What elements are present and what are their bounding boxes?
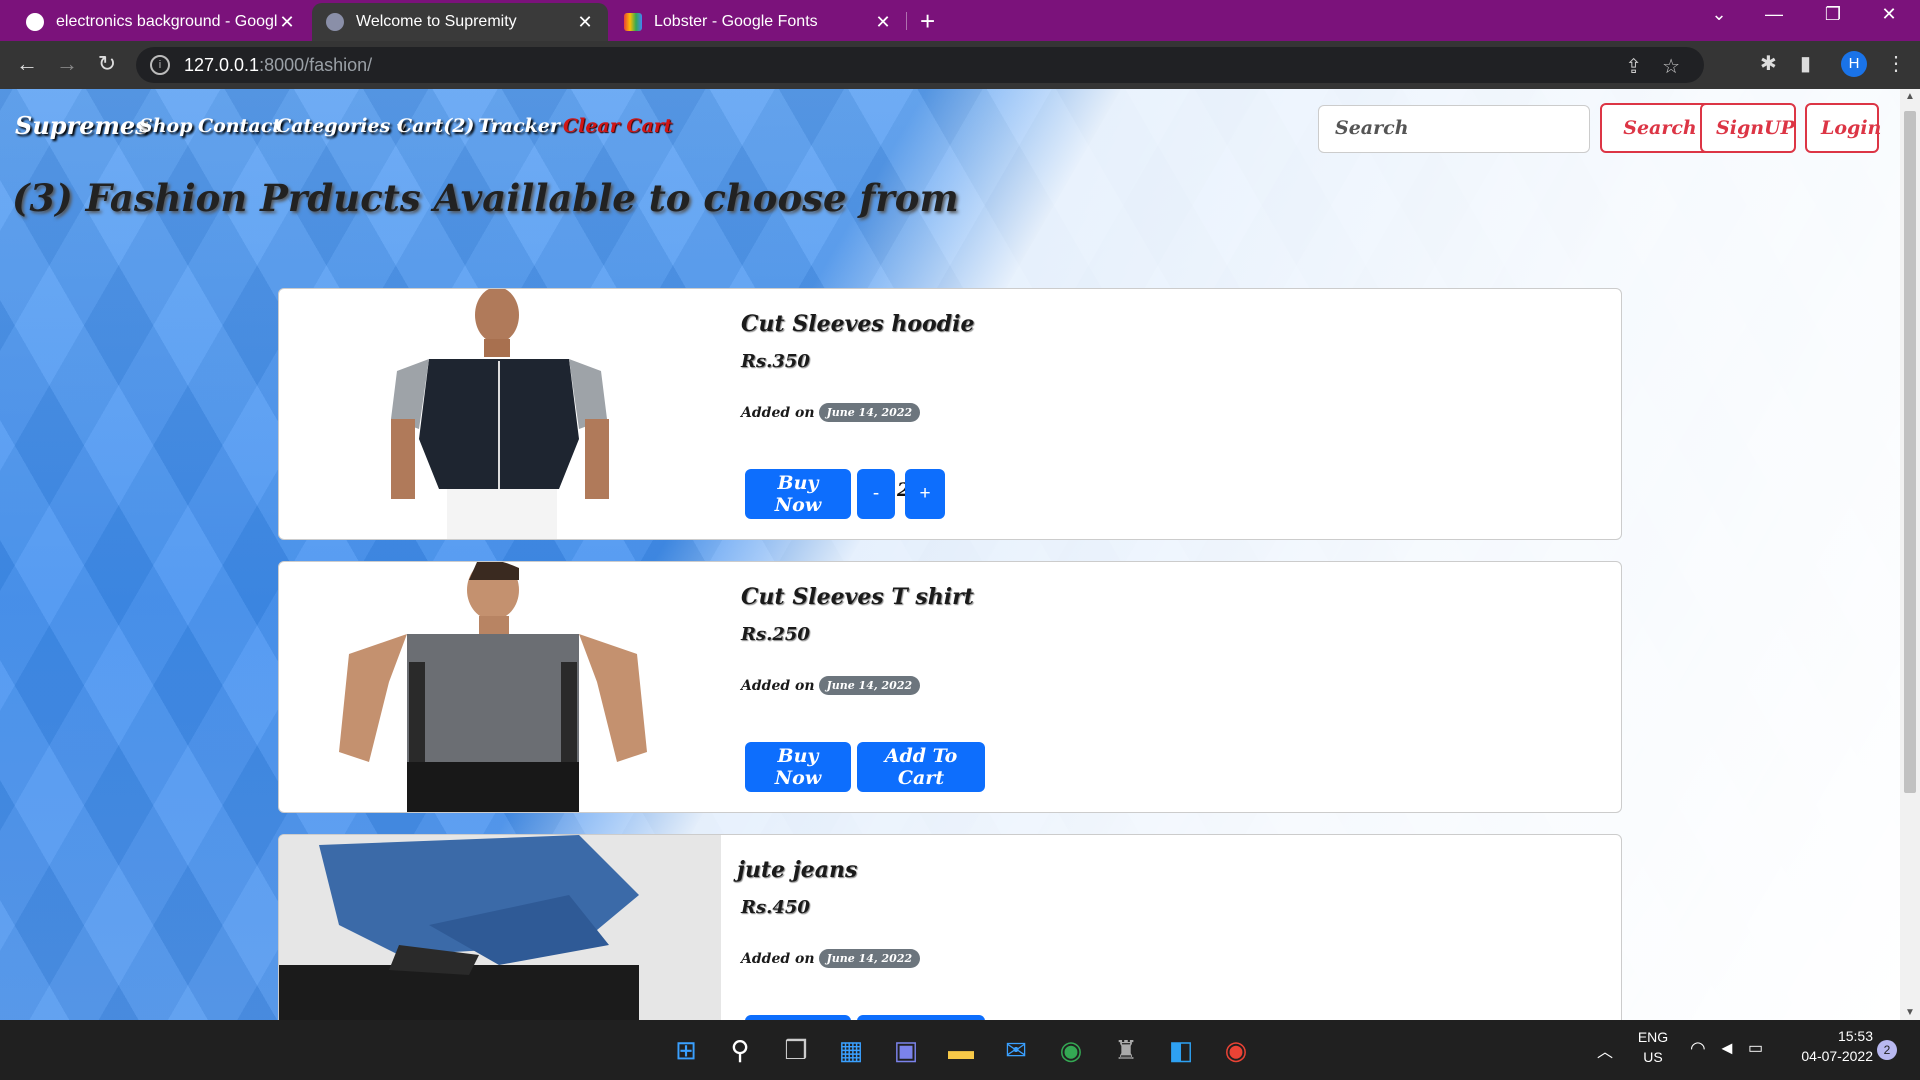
chrome-menu-icon[interactable]: ⋮ (1886, 51, 1906, 76)
product-card: Cut Sleeves T shirt Rs.250 Added on June… (278, 561, 1622, 813)
tab-search-chevron-icon[interactable]: ⌄ (1696, 4, 1742, 25)
django-site-icon (326, 13, 344, 31)
date-badge: June 14, 2022 (818, 949, 921, 968)
volume-icon[interactable]: ◄ (1718, 1038, 1736, 1059)
page-scrollbar[interactable]: ▲ ▼ (1900, 89, 1920, 1020)
product-card: jute jeans Rs.450 Added on June 14, 2022 (278, 834, 1622, 1020)
search-icon[interactable]: ⚲ (722, 1032, 758, 1068)
brand-logo[interactable]: Supremes (15, 111, 149, 140)
tab-lobster-google-fonts[interactable]: Lobster - Google Fonts ✕ (610, 3, 906, 41)
windows-taskbar: ⊞ ⚲ ❒ ▦ ▣ ▬ ✉ ◉ ♜ ◧ ◉ ︿ ENG US ◠ ◄ ▭ 15:… (0, 1020, 1920, 1080)
browser-toolbar: ← → ↻ i 127.0.0.1:8000/fashion/ ⇪ ☆ ✱ ▮ … (0, 41, 1920, 89)
file-explorer-icon[interactable]: ▬ (943, 1032, 979, 1068)
region-indicator[interactable]: US (1636, 1049, 1670, 1065)
scroll-thumb[interactable] (1904, 111, 1916, 793)
task-view-icon[interactable]: ❒ (778, 1032, 814, 1068)
nav-categories[interactable]: Categories ▼ (276, 115, 406, 137)
wifi-icon[interactable]: ◠ (1690, 1038, 1706, 1059)
new-tab-icon[interactable]: + (920, 6, 935, 37)
notification-badge[interactable]: 2 (1877, 1040, 1897, 1060)
close-tab-icon[interactable]: ✕ (576, 12, 594, 33)
product-price: Rs.350 (741, 351, 810, 372)
vscode-icon[interactable]: ◧ (1163, 1032, 1199, 1068)
url-host: 127.0.0.1 (184, 54, 260, 75)
profile-avatar[interactable]: H (1841, 51, 1867, 77)
buy-now-button[interactable]: Buy Now (745, 469, 851, 519)
google-fonts-icon (624, 13, 642, 31)
share-icon[interactable]: ⇪ (1625, 54, 1642, 79)
tab-title: Welcome to Supremity (356, 13, 517, 30)
quantity-plus-button[interactable]: + (905, 469, 945, 519)
minimize-icon[interactable]: — (1751, 4, 1797, 25)
tab-title: electronics background - Google (56, 13, 278, 30)
tab-title: Lobster - Google Fonts (654, 13, 818, 30)
product-name: Cut Sleeves T shirt (741, 584, 974, 610)
url-path: :8000/fashion/ (259, 54, 373, 75)
login-button[interactable]: Login (1805, 103, 1881, 153)
product-name: jute jeans (737, 857, 858, 883)
added-on-label: Added on (741, 404, 815, 421)
signup-button[interactable]: SignUP (1700, 103, 1796, 153)
tab-welcome-to-supremity[interactable]: Welcome to Supremity ✕ (312, 3, 608, 41)
forward-icon[interactable]: → (52, 51, 82, 77)
product-price: Rs.450 (741, 897, 810, 918)
back-icon[interactable]: ← (12, 51, 42, 77)
scroll-up-icon[interactable]: ▲ (1900, 91, 1920, 102)
product-name: Cut Sleeves hoodie (741, 311, 975, 337)
nav-categories-label: Categories (276, 115, 391, 137)
search-input[interactable] (1318, 105, 1590, 153)
buy-now-button[interactable]: Buy Now (745, 742, 851, 792)
site-info-icon[interactable]: i (150, 55, 170, 75)
product-image-tshirt (279, 562, 721, 812)
language-indicator[interactable]: ENG (1636, 1029, 1670, 1045)
tab-electronics-background[interactable]: electronics background - Google ✕ (12, 3, 310, 41)
date-badge: June 14, 2022 (818, 403, 921, 422)
reload-icon[interactable]: ↻ (92, 51, 122, 77)
product-added-on: Added on June 14, 2022 (741, 676, 921, 695)
product-added-on: Added on June 14, 2022 (741, 949, 921, 968)
bookmark-star-icon[interactable]: ☆ (1662, 54, 1680, 79)
chrome-icon[interactable]: ◉ (1053, 1032, 1089, 1068)
scroll-down-icon[interactable]: ▼ (1900, 1007, 1920, 1018)
clear-cart-link[interactable]: Clear Cart (563, 115, 673, 137)
clock-date[interactable]: 04-07-2022 (1783, 1048, 1873, 1064)
product-price: Rs.250 (741, 624, 810, 645)
quantity-minus-button[interactable]: - (857, 469, 895, 519)
nav-contact[interactable]: Contact (198, 115, 281, 137)
added-on-label: Added on (741, 677, 815, 694)
close-tab-icon[interactable]: ✕ (278, 12, 296, 33)
chrome-profile-icon[interactable]: ◉ (1218, 1032, 1254, 1068)
show-hidden-icons-icon[interactable]: ︿ (1597, 1038, 1613, 1062)
nav-shop[interactable]: Shop (139, 115, 193, 137)
browser-tab-strip: electronics background - Google ✕ Welcom… (0, 0, 1920, 41)
close-tab-icon[interactable]: ✕ (874, 12, 892, 33)
date-badge: June 14, 2022 (818, 676, 921, 695)
product-card: Cut Sleeves hoodie Rs.350 Added on June … (278, 288, 1622, 540)
address-bar[interactable]: i 127.0.0.1:8000/fashion/ ⇪ ☆ (136, 47, 1704, 83)
game-app-icon[interactable]: ♜ (1108, 1032, 1144, 1068)
tab-separator (906, 12, 907, 30)
extensions-icon[interactable]: ✱ (1760, 51, 1777, 76)
added-on-label: Added on (741, 950, 815, 967)
windows-start-icon[interactable]: ⊞ (668, 1032, 704, 1068)
widgets-icon[interactable]: ▦ (833, 1032, 869, 1068)
restore-icon[interactable]: ❐ (1810, 4, 1856, 25)
close-window-icon[interactable]: ✕ (1866, 4, 1912, 25)
clock-time[interactable]: 15:53 (1783, 1028, 1873, 1044)
product-image-jeans (279, 835, 721, 1020)
google-icon (26, 13, 44, 31)
mail-icon[interactable]: ✉ (998, 1032, 1034, 1068)
side-panel-icon[interactable]: ▮ (1800, 51, 1811, 76)
product-added-on: Added on June 14, 2022 (741, 403, 921, 422)
page-viewport: Supremes Shop Contact Categories ▼ Cart(… (0, 89, 1900, 1020)
nav-tracker[interactable]: Tracker (478, 115, 560, 137)
add-to-cart-button[interactable]: Add To Cart (857, 742, 985, 792)
battery-icon[interactable]: ▭ (1748, 1038, 1763, 1058)
product-image-hoodie (279, 289, 721, 539)
page-heading: (3) Fashion Prducts Availlable to choose… (12, 176, 959, 220)
teams-chat-icon[interactable]: ▣ (888, 1032, 924, 1068)
nav-cart[interactable]: Cart(2) (397, 115, 474, 137)
